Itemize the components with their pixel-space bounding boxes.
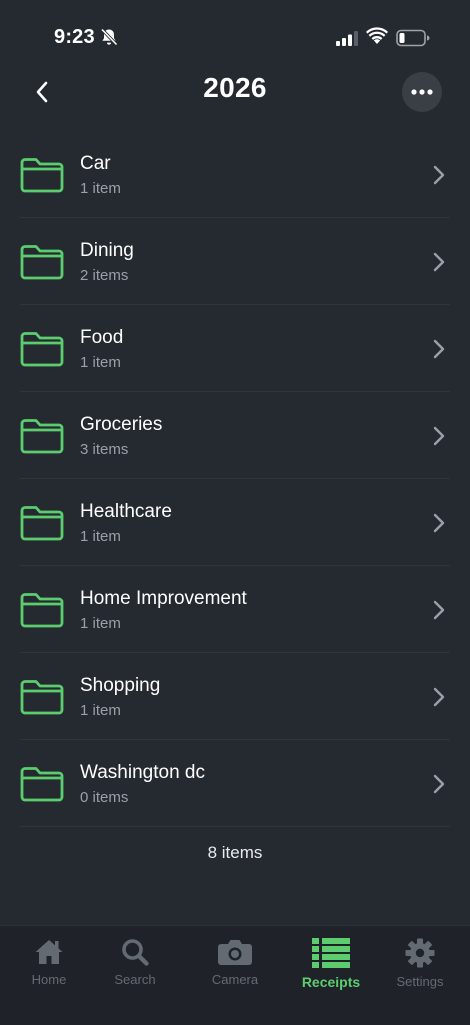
status-bar: 9:23 — [0, 0, 470, 70]
chevron-right-icon — [433, 513, 445, 533]
total-items-count: 8 items — [207, 843, 263, 862]
folder-name: Home Improvement — [80, 588, 247, 609]
nav-header: 2026 — [0, 62, 470, 122]
folder-icon — [20, 158, 64, 193]
folder-row-dining[interactable]: Dining 2 items — [0, 218, 470, 305]
ellipsis-icon — [411, 89, 433, 95]
folder-item-count: 1 item — [80, 354, 121, 371]
folder-row-car[interactable]: Car 1 item — [0, 131, 470, 218]
tab-receipts[interactable]: Receipts — [284, 938, 378, 998]
tab-camera[interactable]: Camera — [188, 938, 282, 998]
chevron-right-icon — [433, 339, 445, 359]
tab-home[interactable]: Home — [2, 938, 96, 998]
folder-item-count: 1 item — [80, 180, 121, 197]
folder-row-healthcare[interactable]: Healthcare 1 item — [0, 479, 470, 566]
folder-name: Food — [80, 327, 124, 348]
folder-icon — [20, 593, 64, 628]
folder-list: Car 1 item Dining 2 items Food 1 item Gr… — [0, 131, 470, 827]
folder-icon — [20, 332, 64, 367]
folder-row-shopping[interactable]: Shopping 1 item — [0, 653, 470, 740]
folder-icon — [20, 419, 64, 454]
tab-label: Camera — [211, 972, 259, 987]
chevron-right-icon — [433, 774, 445, 794]
folder-name: Healthcare — [80, 501, 172, 522]
chevron-right-icon — [433, 600, 445, 620]
gear-icon — [405, 938, 435, 968]
more-options-button[interactable] — [402, 72, 442, 112]
folder-item-count: 2 items — [80, 267, 129, 284]
folder-icon — [20, 680, 64, 715]
row-divider — [20, 826, 450, 827]
folder-item-count: 1 item — [80, 702, 121, 719]
tab-bar: Home Search Camera Receipts Settings — [0, 925, 470, 1025]
folder-name: Shopping — [80, 675, 161, 696]
page-title: 2026 — [203, 72, 267, 103]
list-icon — [312, 938, 350, 968]
folder-name: Washington dc — [80, 762, 205, 783]
folder-item-count: 1 item — [80, 528, 121, 545]
folder-name: Groceries — [80, 414, 163, 435]
camera-icon — [218, 940, 252, 965]
tab-label: Settings — [396, 974, 444, 989]
signal-icon — [336, 31, 358, 46]
tab-settings[interactable]: Settings — [373, 938, 467, 998]
chevron-right-icon — [433, 252, 445, 272]
folder-row-home-improvement[interactable]: Home Improvement 1 item — [0, 566, 470, 653]
tab-label: Home — [31, 972, 67, 987]
bell-slash-icon — [100, 28, 118, 46]
battery-icon — [396, 29, 430, 47]
folder-icon — [20, 245, 64, 280]
folder-icon — [20, 767, 64, 802]
home-icon — [35, 940, 63, 964]
chevron-right-icon — [433, 687, 445, 707]
folder-row-food[interactable]: Food 1 item — [0, 305, 470, 392]
folder-row-groceries[interactable]: Groceries 3 items — [0, 392, 470, 479]
folder-name: Dining — [80, 240, 134, 261]
chevron-right-icon — [433, 426, 445, 446]
folder-item-count: 1 item — [80, 615, 121, 632]
wifi-icon — [366, 27, 388, 44]
folder-item-count: 0 items — [80, 789, 129, 806]
status-time: 9:23 — [54, 26, 95, 48]
search-icon — [122, 939, 149, 966]
folder-name: Car — [80, 153, 111, 174]
folder-item-count: 3 items — [80, 441, 129, 458]
tab-search[interactable]: Search — [88, 938, 182, 998]
folder-icon — [20, 506, 64, 541]
chevron-right-icon — [433, 165, 445, 185]
tab-label: Receipts — [301, 974, 361, 990]
folder-row-washington-dc[interactable]: Washington dc 0 items — [0, 740, 470, 827]
tab-label: Search — [114, 972, 156, 987]
